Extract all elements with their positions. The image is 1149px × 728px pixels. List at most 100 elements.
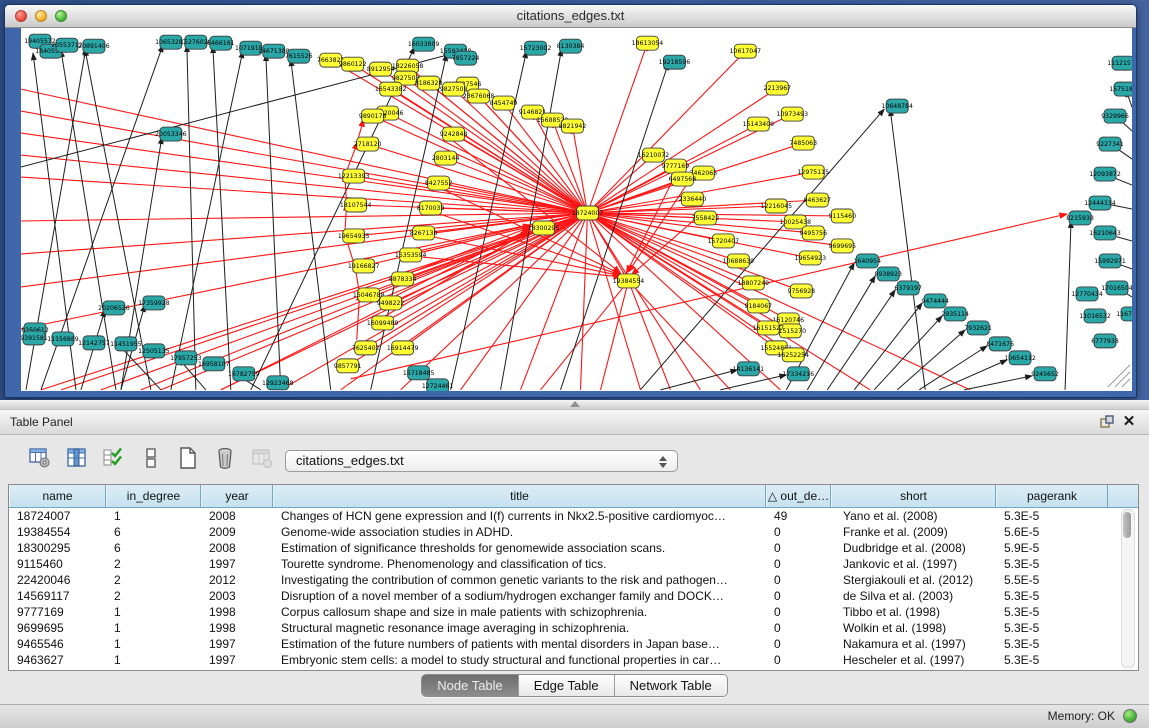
graph-node[interactable]: 7485063 — [790, 136, 818, 150]
graph-node[interactable]: 9699695 — [828, 239, 856, 253]
graph-node[interactable]: 7625402 — [352, 341, 380, 355]
graph-node[interactable]: 2336440 — [679, 192, 707, 206]
graph-node[interactable]: 9115460 — [828, 209, 856, 223]
graph-node[interactable]: 9860122 — [339, 57, 367, 71]
graph-edge[interactable] — [587, 43, 647, 213]
graph-node[interactable]: 9245652 — [1031, 367, 1059, 381]
graph-edge[interactable] — [21, 213, 587, 221]
table-row[interactable]: 946362711997Embryonic stem cells: a mode… — [9, 652, 1138, 668]
tab-edge-table[interactable]: Edge Table — [519, 675, 615, 696]
graph-node[interactable]: 11016532 — [1079, 309, 1111, 323]
graph-node[interactable]: 7615526 — [285, 49, 313, 63]
table-select-combo[interactable]: citations_edges.txt — [285, 450, 678, 472]
graph-edge[interactable] — [587, 166, 675, 213]
citation-network-graph[interactable]: 1872400719384554183002957663822986012289… — [21, 28, 1132, 391]
graph-node[interactable]: 8912954 — [367, 62, 395, 76]
graph-node[interactable]: 8170038 — [417, 201, 445, 215]
delete-table-icon[interactable] — [211, 444, 239, 472]
column-header-in_degree[interactable]: in_degree — [106, 485, 201, 507]
column-header-name[interactable]: name — [9, 485, 106, 507]
graph-node[interactable]: 9498222 — [377, 296, 405, 310]
graph-node[interactable]: 10617047 — [730, 44, 762, 58]
graph-node[interactable]: 10973493 — [777, 107, 809, 121]
graph-node[interactable]: 16033809 — [408, 37, 440, 51]
graph-node[interactable]: 9474444 — [921, 294, 949, 308]
table-row[interactable]: 946554611997Estimation of the future num… — [9, 636, 1138, 652]
table-row[interactable]: 1830029562008Estimation of significance … — [9, 540, 1138, 556]
graph-node[interactable]: 16914479 — [387, 341, 419, 355]
new-table-icon[interactable] — [174, 444, 202, 472]
graph-node[interactable]: 1640954 — [853, 254, 881, 268]
graph-edge[interactable] — [373, 116, 588, 213]
resize-grip[interactable] — [1122, 379, 1130, 387]
graph-edge[interactable] — [1065, 221, 1071, 390]
graph-node[interactable]: 15718485 — [403, 366, 435, 380]
graph-node[interactable]: 6777938 — [1091, 334, 1119, 348]
graph-edge[interactable] — [61, 228, 544, 390]
graph-node[interactable]: 20206526 — [98, 301, 130, 315]
graph-node[interactable]: 16210072 — [638, 148, 670, 162]
graph-node[interactable]: 12724461 — [422, 379, 454, 391]
graph-node[interactable]: 19384554 — [613, 274, 645, 288]
graph-node[interactable]: 7857224 — [452, 51, 480, 65]
graph-edge[interactable] — [187, 45, 196, 390]
graph-node[interactable]: 15723002 — [520, 41, 552, 55]
column-header-pagerank[interactable]: pagerank — [996, 485, 1108, 507]
graph-node[interactable]: 11121574 — [1107, 56, 1132, 70]
graph-node[interactable]: 10654112 — [1004, 351, 1036, 365]
graph-node[interactable]: 19218596 — [659, 55, 691, 69]
column-header-out_de[interactable]: △ out_de… — [766, 485, 831, 507]
graph-node[interactable]: 12142757 — [78, 336, 110, 350]
graph-node[interactable]: 17334216 — [783, 367, 815, 381]
graph-node[interactable]: 12444134 — [1084, 196, 1116, 210]
graph-edge[interactable] — [21, 177, 587, 213]
graph-node[interactable]: 8130384 — [557, 39, 585, 53]
graph-node[interactable]: 9890178 — [359, 109, 387, 123]
graph-node[interactable]: 18107544 — [340, 198, 372, 212]
graph-edge[interactable] — [388, 113, 588, 213]
graph-node[interactable]: 2803144 — [432, 151, 460, 165]
tab-network-table[interactable]: Network Table — [615, 675, 727, 696]
graph-edge[interactable] — [587, 213, 970, 390]
graph-node[interactable]: 10688639 — [723, 254, 755, 268]
graph-node[interactable]: 19654935 — [338, 229, 370, 243]
graph-node[interactable]: 19166827 — [348, 259, 380, 273]
graph-edge[interactable] — [21, 213, 587, 287]
graph-edge[interactable] — [354, 176, 588, 213]
graph-node[interactable]: 8454749 — [490, 96, 518, 110]
graph-node[interactable]: 8938923 — [874, 267, 902, 281]
graph-node[interactable]: 16252254 — [778, 348, 810, 362]
graph-edge[interactable] — [368, 144, 588, 213]
graph-node[interactable]: 12505135 — [138, 344, 170, 358]
table-row[interactable]: 969969511998Structural magnetic resonanc… — [9, 620, 1138, 636]
graph-node[interactable]: 9391581 — [21, 331, 48, 345]
graph-node[interactable]: 12770434 — [1071, 287, 1103, 301]
graph-node[interactable]: 11451955 — [110, 337, 142, 351]
graph-edge[interactable] — [939, 360, 1007, 390]
show-column-icon[interactable] — [63, 444, 91, 472]
graph-node[interactable]: 16210643 — [1089, 226, 1121, 240]
graph-node[interactable]: 8427552 — [425, 176, 453, 190]
graph-node[interactable]: 8186328 — [415, 76, 443, 90]
tab-node-table[interactable]: Node Table — [422, 675, 519, 696]
scrollbar-thumb[interactable] — [1123, 512, 1131, 538]
network-canvas[interactable]: 1872400719384554183002957663822986012289… — [21, 28, 1132, 391]
column-header-year[interactable]: year — [201, 485, 273, 507]
graph-node[interactable]: 15720407 — [708, 234, 740, 248]
graph-edge[interactable] — [964, 376, 1032, 390]
graph-edge[interactable] — [807, 276, 875, 390]
graph-node[interactable]: 2718120 — [354, 137, 382, 151]
graph-node[interactable]: 9495756 — [800, 226, 828, 240]
graph-edge[interactable] — [628, 281, 670, 390]
graph-node[interactable]: 12213393 — [338, 169, 370, 183]
graph-node[interactable]: 2935114 — [941, 307, 969, 321]
graph-node[interactable]: 20053346 — [155, 127, 187, 141]
graph-node[interactable]: 6497568 — [669, 172, 697, 186]
network-window[interactable]: citations_edges.txt 18724007193845541830… — [4, 4, 1137, 398]
graph-edge[interactable] — [266, 54, 281, 390]
graph-node[interactable]: 16958107 — [198, 357, 230, 371]
graph-node[interactable]: 8267130 — [410, 226, 438, 240]
graph-node[interactable]: 2213967 — [764, 81, 792, 95]
graph-edge[interactable] — [291, 59, 331, 390]
graph-node[interactable]: 20891406 — [78, 39, 110, 53]
